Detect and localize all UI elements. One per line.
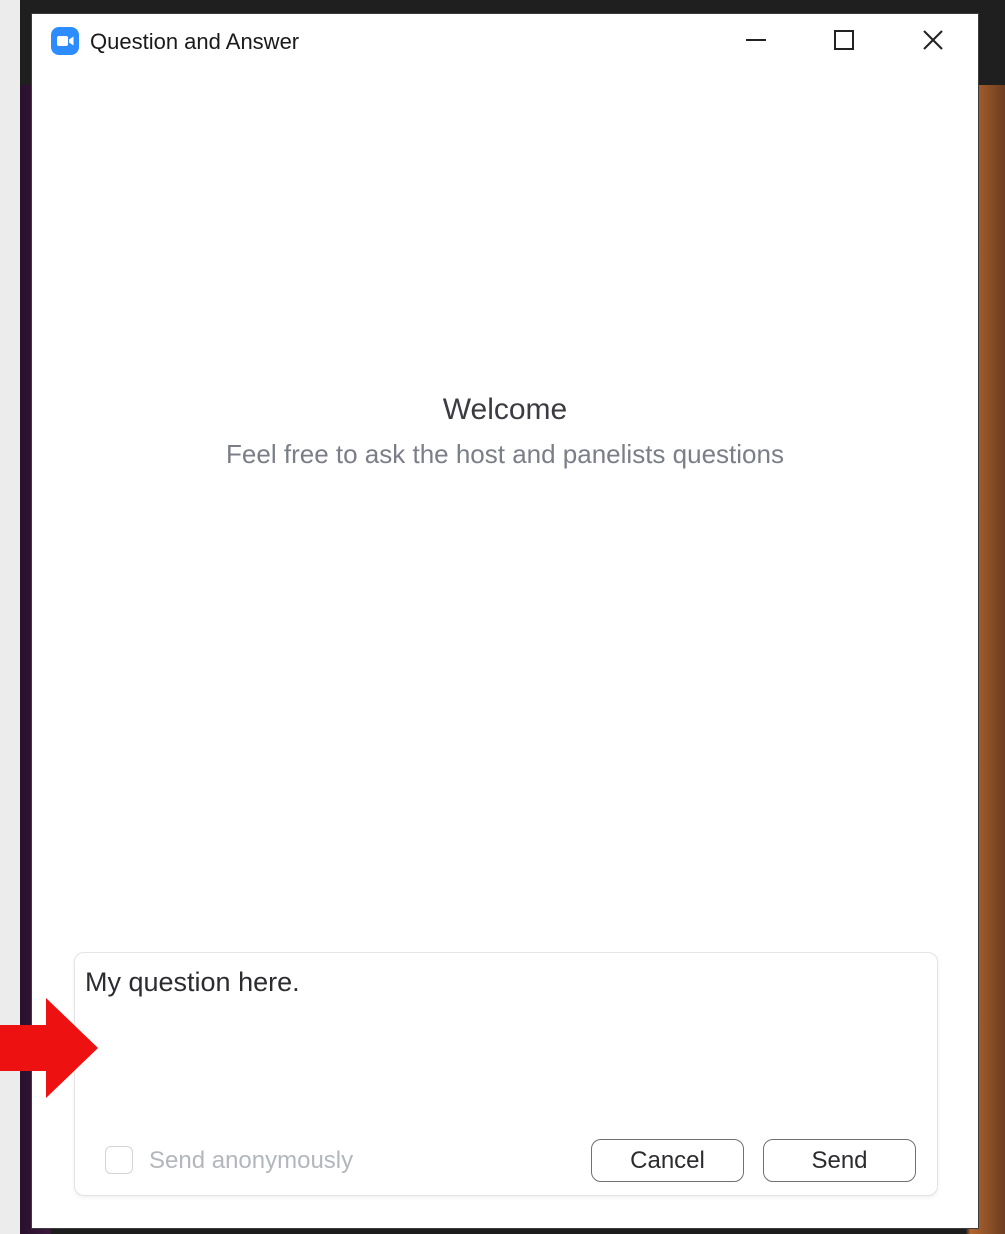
qa-window: Question and Answer Welcome Feel free to… [32, 14, 978, 1228]
zoom-video-icon [51, 27, 79, 55]
cancel-button[interactable]: Cancel [591, 1139, 744, 1182]
question-composer: My question here. Send anonymously Cance… [74, 952, 938, 1196]
title-bar[interactable]: Question and Answer [32, 14, 978, 70]
close-icon [922, 29, 944, 56]
maximize-button[interactable] [822, 22, 866, 62]
send-anonymously-checkbox[interactable] [105, 1146, 133, 1174]
welcome-subtitle: Feel free to ask the host and panelists … [226, 439, 784, 469]
close-button[interactable] [911, 22, 955, 62]
minimize-button[interactable] [734, 22, 778, 62]
minimize-icon [745, 29, 767, 56]
send-button[interactable]: Send [763, 1139, 916, 1182]
right-arrow-icon [0, 998, 98, 1098]
maximize-icon [833, 29, 855, 56]
welcome-title: Welcome [442, 393, 568, 426]
window-title: Question and Answer [90, 29, 300, 54]
question-input[interactable]: My question here. [85, 965, 925, 1115]
send-anonymously-label[interactable]: Send anonymously [149, 1147, 353, 1175]
